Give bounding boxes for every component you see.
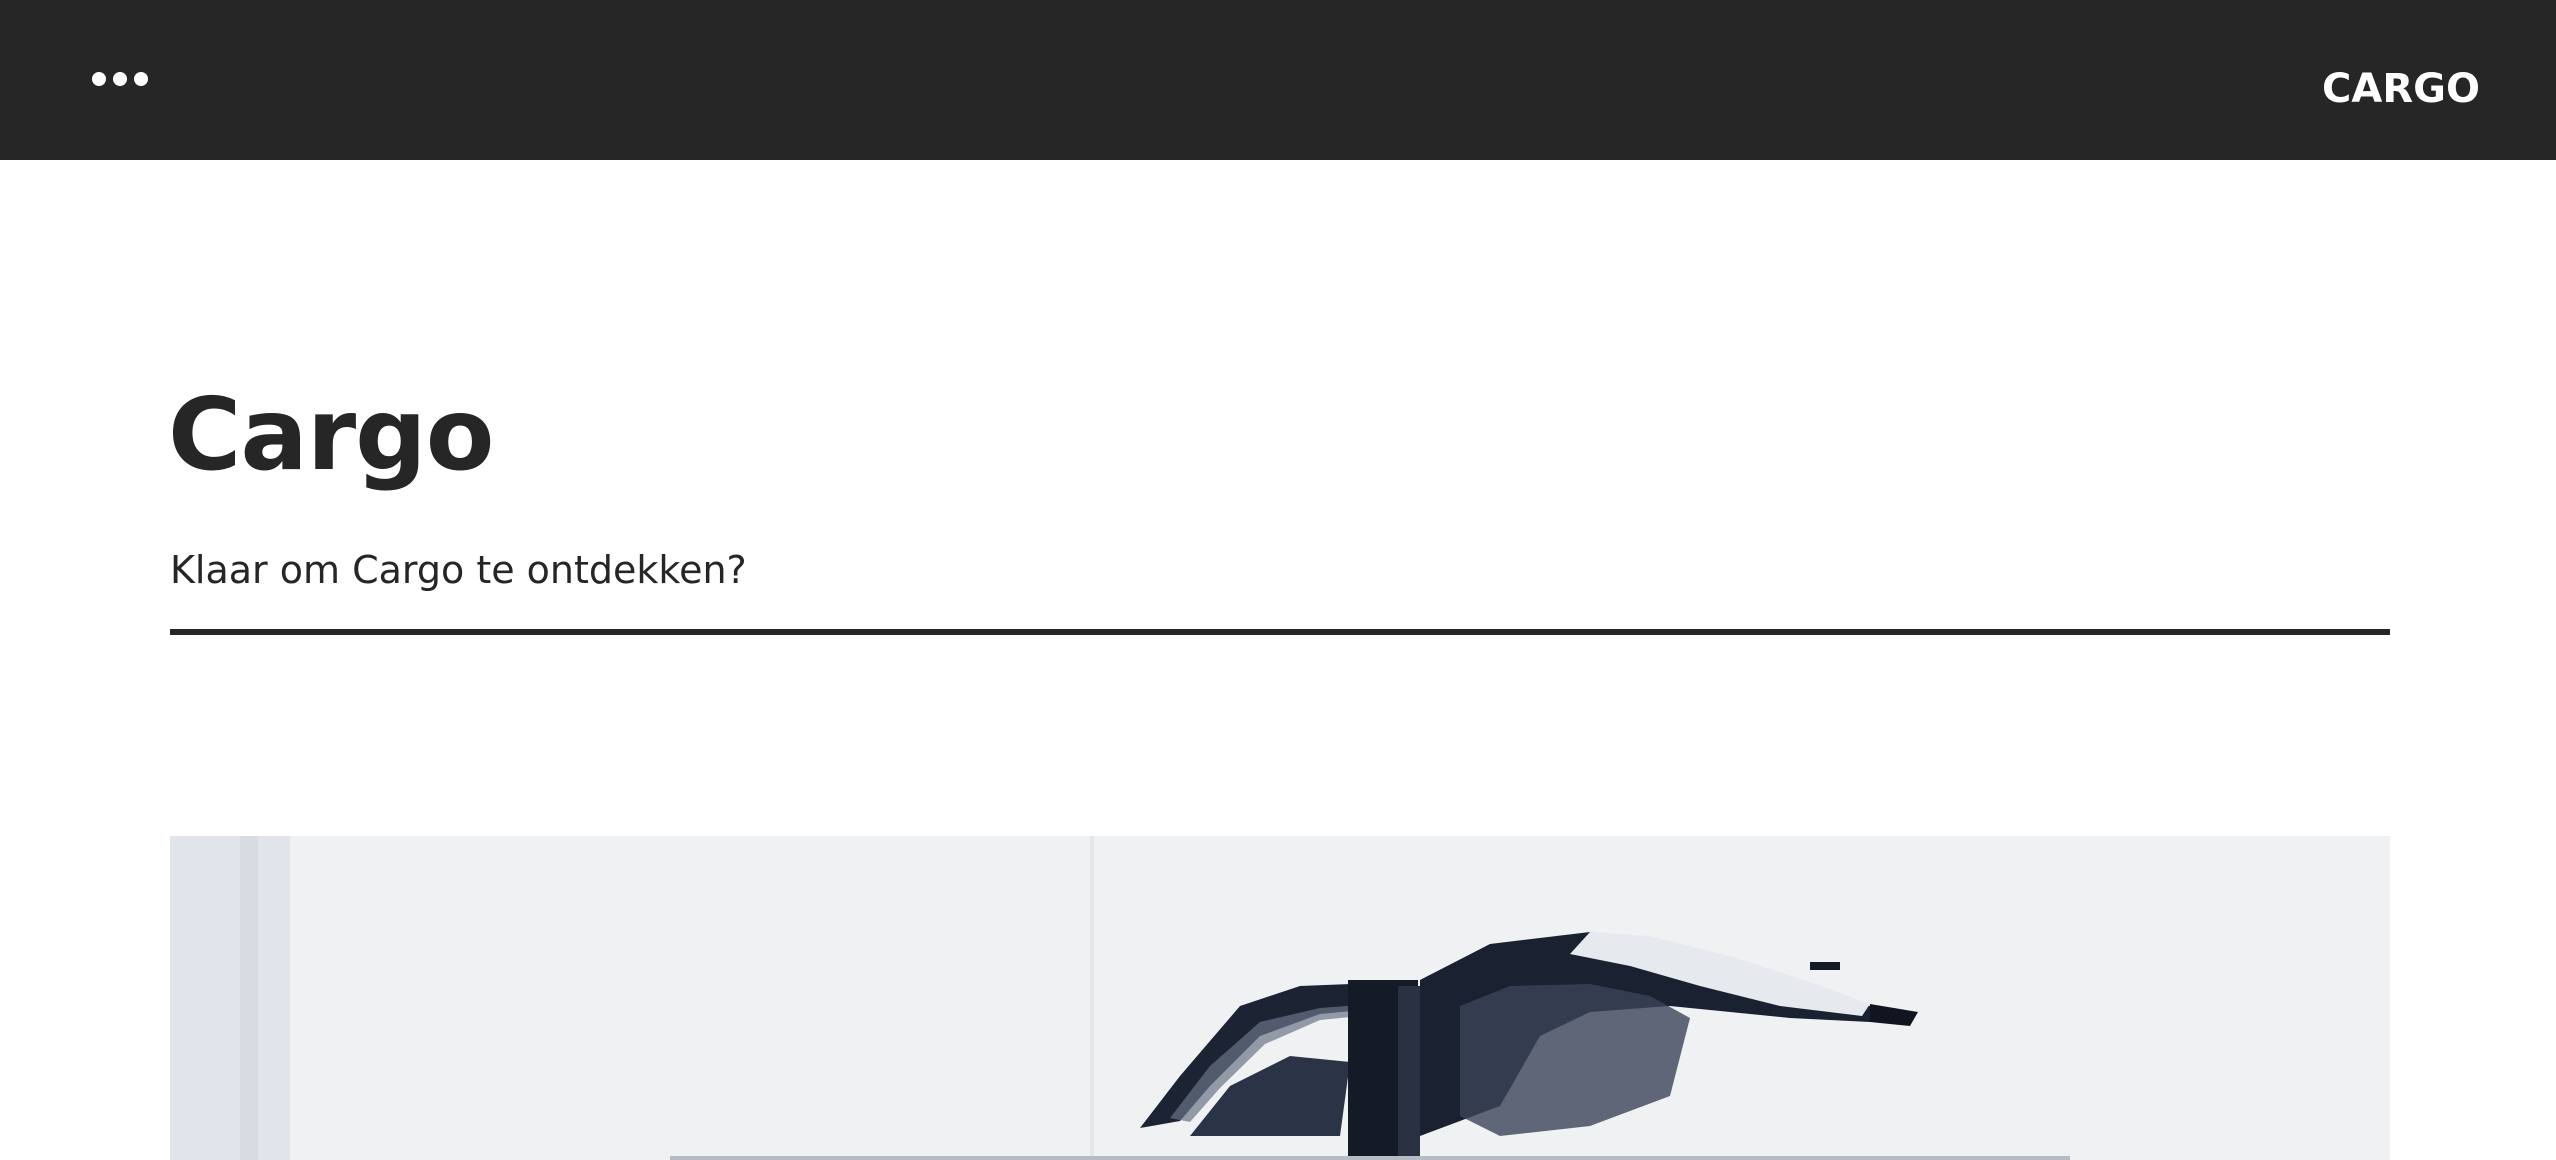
brand-logo-link[interactable]: CARGO — [2322, 64, 2480, 114]
divider — [170, 629, 2390, 635]
more-dots-icon — [113, 72, 127, 86]
top-navigation-bar: CARGO — [0, 0, 2556, 160]
more-dots-icon — [134, 72, 148, 86]
car-with-falcon-wing-doors-image — [170, 836, 2390, 1160]
page-title: Cargo — [168, 376, 494, 493]
menu-button[interactable] — [82, 62, 158, 98]
page-subtitle: Klaar om Cargo te ontdekken? — [170, 548, 747, 592]
hero-image — [170, 836, 2390, 1160]
more-dots-icon — [92, 72, 106, 86]
